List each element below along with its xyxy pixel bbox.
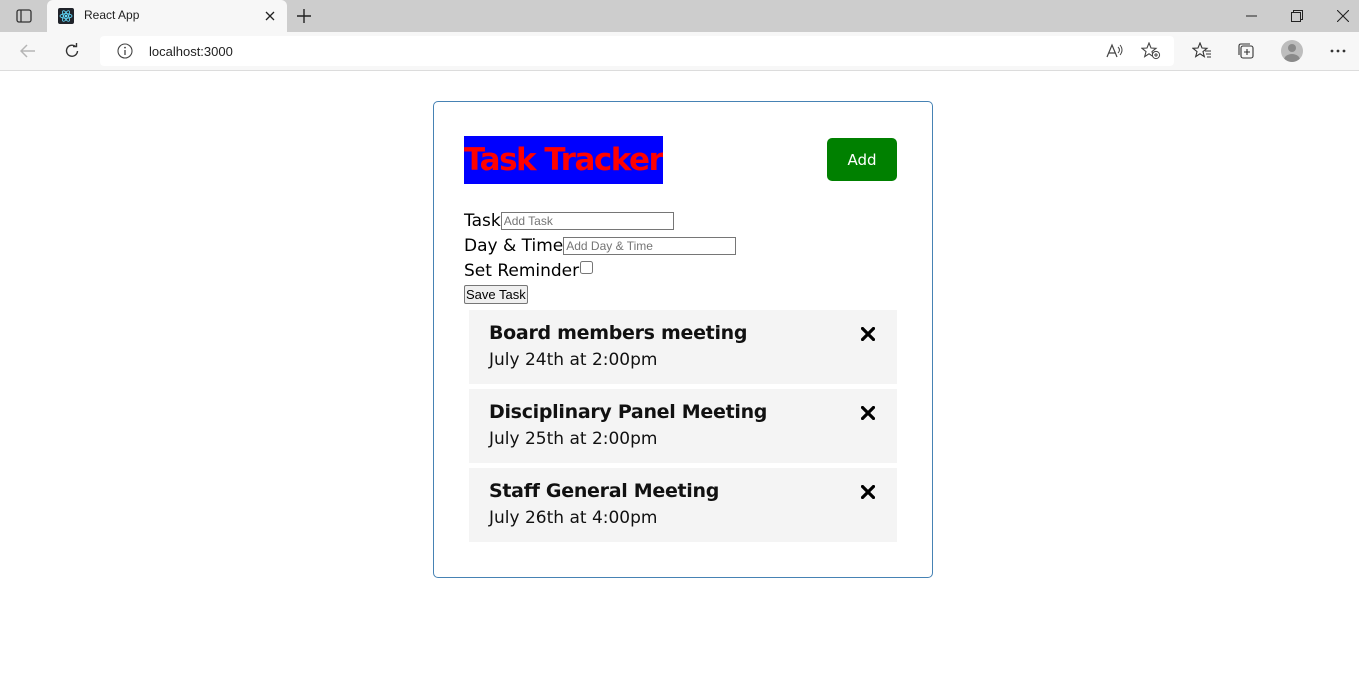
close-icon[interactable] (261, 7, 279, 25)
react-logo-icon (58, 8, 74, 24)
task-title: Board members meeting (489, 322, 748, 344)
browser-tab-bar: React App (0, 0, 1359, 32)
task-item[interactable]: Board members meeting July 24th at 2:00p… (469, 310, 897, 384)
read-aloud-icon[interactable] (1104, 41, 1126, 61)
day-row: Day & Time (464, 233, 898, 258)
times-icon[interactable] (859, 404, 877, 422)
more-icon[interactable] (1326, 39, 1350, 63)
task-day: July 24th at 2:00pm (489, 350, 658, 370)
add-task-form: Task Day & Time Set Reminder Save Task (464, 208, 898, 304)
task-title: Staff General Meeting (489, 480, 720, 502)
task-day: July 26th at 4:00pm (489, 508, 658, 528)
app-title: Task Tracker (464, 136, 663, 184)
back-arrow-icon[interactable] (14, 38, 42, 64)
task-list: Board members meeting July 24th at 2:00p… (469, 310, 897, 547)
day-input[interactable] (563, 236, 737, 255)
info-icon[interactable] (117, 43, 133, 59)
refresh-icon[interactable] (58, 38, 86, 64)
collections-icon[interactable] (1234, 39, 1258, 63)
reminder-row: Set Reminder (464, 258, 898, 283)
address-bar[interactable]: localhost:3000 (100, 36, 1174, 66)
minimize-icon[interactable] (1228, 0, 1274, 32)
plus-icon[interactable] (292, 5, 316, 27)
url-text[interactable]: localhost:3000 (149, 44, 233, 59)
task-input[interactable] (500, 211, 674, 230)
add-button[interactable]: Add (827, 138, 897, 181)
task-item[interactable]: Staff General Meeting July 26th at 4:00p… (469, 468, 897, 542)
task-title: Disciplinary Panel Meeting (489, 401, 768, 423)
app-header: Task Tracker Add (464, 136, 898, 184)
close-window-icon[interactable] (1320, 0, 1359, 32)
avatar[interactable] (1281, 40, 1303, 62)
task-row: Task (464, 208, 898, 233)
task-day: July 25th at 2:00pm (489, 429, 658, 449)
times-icon[interactable] (859, 325, 877, 343)
task-item[interactable]: Disciplinary Panel Meeting July 25th at … (469, 389, 897, 463)
tab-title: React App (84, 8, 140, 22)
reminder-label: Set Reminder (464, 260, 580, 281)
reminder-checkbox[interactable] (580, 261, 594, 274)
star-add-icon[interactable] (1140, 41, 1162, 61)
favorites-icon[interactable] (1190, 39, 1214, 63)
day-label: Day & Time (464, 235, 564, 256)
browser-toolbar: localhost:3000 (0, 32, 1359, 71)
task-tracker-container: Task Tracker Add Task Day & Time Set Rem… (433, 101, 933, 578)
task-label: Task (464, 210, 501, 231)
browser-tab[interactable]: React App (47, 0, 287, 32)
times-icon[interactable] (859, 483, 877, 501)
tab-actions-icon[interactable] (10, 6, 38, 26)
save-task-button[interactable]: Save Task (464, 285, 528, 304)
restore-icon[interactable] (1274, 0, 1320, 32)
